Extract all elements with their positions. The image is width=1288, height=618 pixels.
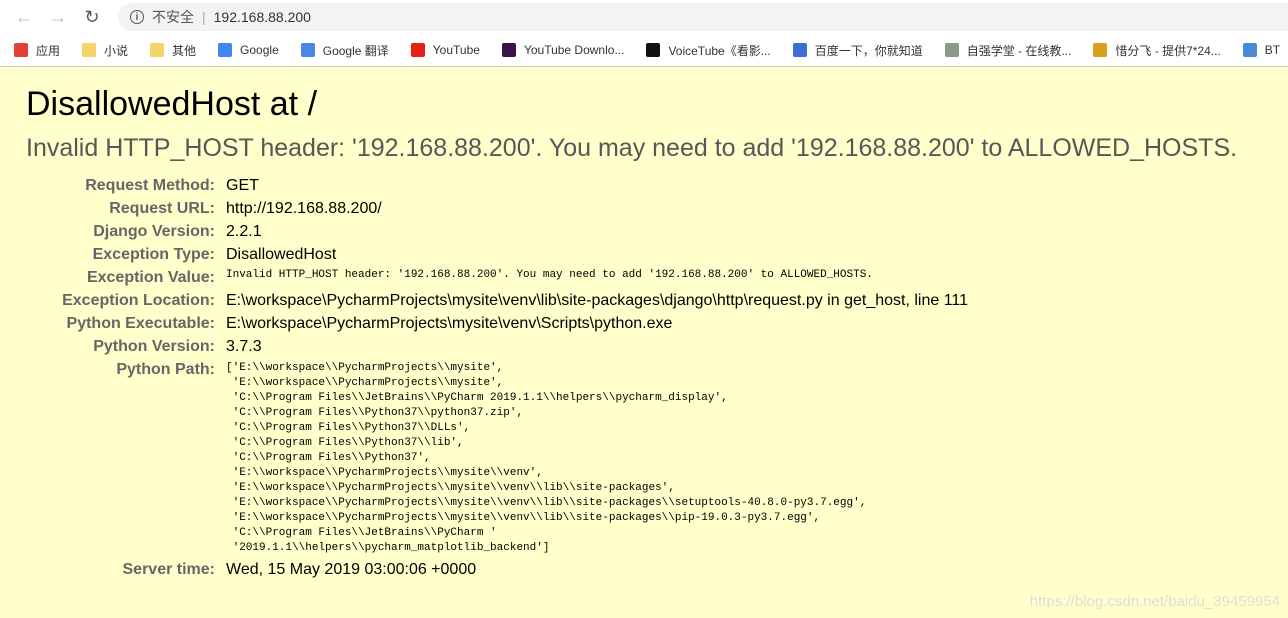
error-summary: DisallowedHost at / Invalid HTTP_HOST he…	[0, 67, 1288, 582]
table-row: Python Executable: E:\workspace\PycharmPr…	[26, 313, 968, 336]
bookmark-item[interactable]: 小说	[82, 42, 128, 59]
youtube-icon	[410, 43, 425, 57]
row-label: Python Path:	[116, 361, 215, 378]
bt-url-icon	[1242, 43, 1257, 57]
forward-button[interactable]: →	[44, 3, 72, 31]
row-label: Server time:	[122, 561, 216, 578]
row-value: E:\workspace\PycharmProjects\mysite\venv…	[226, 292, 969, 309]
site-icon	[944, 43, 959, 57]
bookmark-item[interactable]: 应用	[14, 42, 60, 59]
bookmark-item[interactable]: 百度一下，你就知道	[792, 42, 923, 59]
bookmark-item[interactable]: YouTube	[410, 43, 480, 57]
python-path-value: ['E:\\workspace\\PycharmProjects\\mysite…	[226, 359, 968, 559]
url-text[interactable]: 192.168.88.200	[214, 9, 311, 25]
bookmark-label: BT	[1264, 43, 1281, 57]
bookmark-item[interactable]: BT	[1242, 43, 1281, 57]
bookmark-label: 自强学堂 - 在线教...	[966, 43, 1072, 58]
address-bar[interactable]: i 不安全 | 192.168.88.200	[118, 3, 1288, 31]
row-label: Python Version:	[93, 338, 215, 355]
table-row: Python Path: ['E:\\workspace\\PycharmPro…	[26, 359, 968, 559]
request-meta-table: Request Method: GET Request URL: http://192…	[26, 175, 968, 582]
table-row: Django Version: 2.2.1	[26, 221, 968, 244]
row-value: E:\workspace\PycharmProjects\mysite\venv…	[226, 315, 673, 332]
row-value: http://192.168.88.200/	[226, 200, 382, 217]
google-icon	[218, 43, 233, 57]
row-label: Request URL:	[109, 200, 215, 217]
bookmark-label: 百度一下，你就知道	[814, 43, 923, 58]
bookmark-label: Google 翻译	[322, 43, 389, 58]
row-label: Exception Type:	[92, 246, 215, 263]
python-path-entry: 'E:\\workspace\\PycharmProjects\\mysite\…	[226, 467, 543, 479]
bookmarks-bar: 应用 小说 其他 Google Google 翻译 YouTube YouTube Down…	[0, 34, 1288, 67]
row-value: 2.2.1	[226, 223, 262, 240]
row-value: Invalid HTTP_HOST header: '192.168.88.20…	[226, 269, 873, 281]
bookmark-item[interactable]: 其他	[150, 42, 196, 59]
row-label: Python Executable:	[66, 315, 215, 332]
row-label: Request Method:	[85, 177, 215, 194]
divider: |	[202, 9, 206, 25]
table-row: Python Version: 3.7.3	[26, 336, 968, 359]
bookmark-label: VoiceTube《看影...	[668, 43, 771, 58]
back-button[interactable]: ←	[10, 3, 38, 31]
table-row: Request URL: http://192.168.88.200/	[26, 198, 968, 221]
bookmark-item[interactable]: YouTube Downlo...	[501, 43, 625, 57]
bookmark-label: 应用	[36, 43, 61, 58]
folder-icon	[82, 43, 97, 57]
apps-grid-icon	[14, 43, 28, 57]
security-label: 不安全	[152, 9, 194, 25]
bookmark-item[interactable]: 自强学堂 - 在线教...	[944, 42, 1072, 59]
bookmark-label: 小说	[104, 43, 129, 58]
watermark: https://blog.csdn.net/baidu_39459954	[1029, 593, 1280, 610]
table-row: Exception Value: Invalid HTTP_HOST header…	[26, 267, 968, 290]
folder-icon	[150, 43, 165, 57]
table-row: Server time: Wed, 15 May 2019 03:00:06 +…	[26, 559, 968, 582]
python-path-entry: 'E:\\workspace\\PycharmProjects\\mysite'…	[226, 377, 504, 389]
row-label: Django Version:	[93, 223, 215, 240]
baidu-paw-icon	[792, 43, 807, 57]
table-row: Exception Location: E:\workspace\PycharmP…	[26, 290, 968, 313]
python-path-entry: '2019.1.1\\helpers\\pycharm_matplotlib_b…	[226, 542, 550, 554]
python-path-entry: 'C:\\Program Files\\Python37',	[226, 452, 431, 464]
bookmark-item[interactable]: Google 翻译	[300, 42, 389, 59]
python-path-entry: 'C:\\Program Files\\Python37\\python37.z…	[226, 407, 524, 419]
table-row: Exception Type: DisallowedHost	[26, 244, 968, 267]
voicetube-icon	[646, 43, 661, 57]
info-icon[interactable]: i	[130, 10, 144, 24]
python-path-entry: 'E:\\workspace\\PycharmProjects\\mysite\…	[226, 482, 675, 494]
python-path-entry: 'C:\\Program Files\\JetBrains\\PyCharm '	[226, 527, 497, 539]
bookmark-label: Google	[240, 43, 279, 57]
bookmark-label: 其他	[172, 43, 197, 58]
bookmark-item[interactable]: 惜分飞 - 提供7*24...	[1093, 42, 1221, 59]
site-icon	[1093, 43, 1108, 57]
table-row: Request Method: GET	[26, 175, 968, 198]
row-value: DisallowedHost	[226, 246, 337, 263]
python-path-entry: ['E:\\workspace\\PycharmProjects\\mysite…	[226, 362, 504, 374]
row-label: Exception Value:	[86, 269, 215, 286]
python-path-entry: 'C:\\Program Files\\JetBrains\\PyCharm 2…	[226, 392, 728, 404]
python-path-entry: 'C:\\Program Files\\Python37\\lib',	[226, 437, 464, 449]
reload-button[interactable]: ↻	[78, 3, 106, 31]
row-value: Wed, 15 May 2019 03:00:06 +0000	[226, 561, 477, 578]
bookmark-label: YouTube	[432, 43, 480, 57]
python-path-entry: 'C:\\Program Files\\Python37\\DLLs',	[226, 422, 471, 434]
page-title: DisallowedHost at /	[26, 85, 318, 123]
error-message: Invalid HTTP_HOST header: '192.168.88.20…	[26, 134, 1238, 162]
row-value: GET	[226, 177, 259, 194]
row-label: Exception Location:	[62, 292, 215, 309]
python-path-entry: 'E:\\workspace\\PycharmProjects\\mysite\…	[226, 497, 867, 509]
row-value: 3.7.3	[226, 338, 262, 355]
q-icon	[501, 43, 516, 57]
bookmark-item[interactable]: Google	[218, 43, 279, 57]
python-path-entry: 'E:\\workspace\\PycharmProjects\\mysite\…	[226, 512, 821, 524]
browser-toolbar: ← → ↻ i 不安全 | 192.168.88.200	[0, 0, 1288, 34]
bookmark-label: 惜分飞 - 提供7*24...	[1115, 43, 1221, 58]
google-translate-icon	[300, 43, 315, 57]
bookmark-label: YouTube Downlo...	[523, 43, 625, 57]
bookmark-item[interactable]: VoiceTube《看影...	[646, 42, 771, 59]
